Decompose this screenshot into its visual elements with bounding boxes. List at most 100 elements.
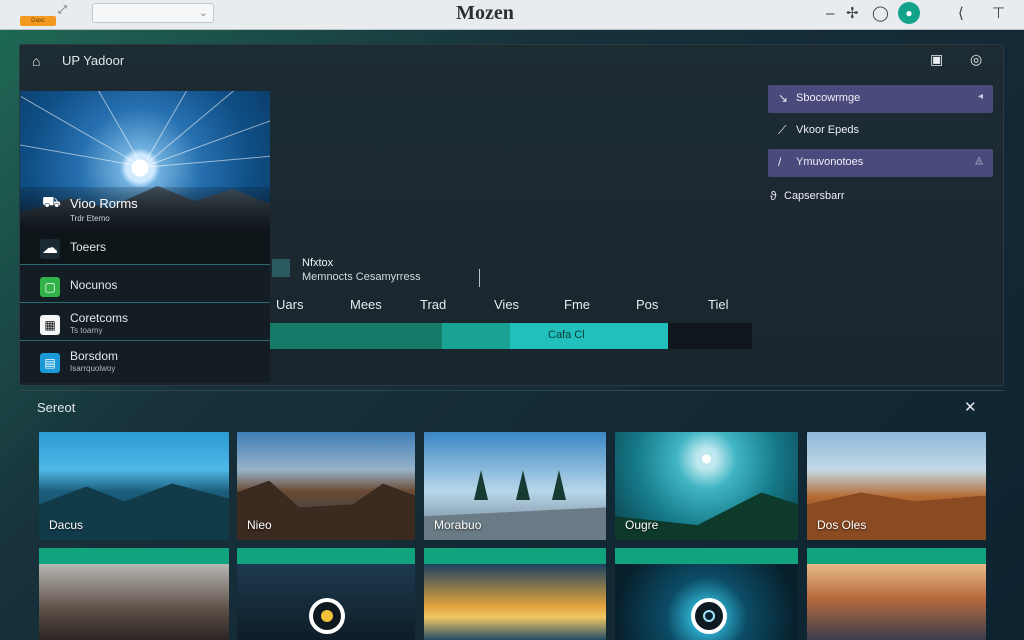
progress-segment xyxy=(510,323,668,349)
column-header[interactable]: Mees xyxy=(350,297,382,312)
gallery-tile[interactable]: ◉ xyxy=(237,548,415,640)
column-header[interactable]: Vies xyxy=(494,297,519,312)
tile-badge-icon: ◉ xyxy=(243,550,251,560)
side-list: ☁ Toeers ▢ Nocunos ▦ Coretcoms Ts toarny… xyxy=(20,231,270,383)
hero-subtitle: Trdr Etemo xyxy=(70,214,110,223)
sun-ray xyxy=(142,91,213,168)
tile-label: Dacus xyxy=(49,518,84,532)
gallery-tile[interactable]: Nieo xyxy=(237,432,415,540)
menu-item-vkoor-epeds[interactable]: ⟋ Vkoor Epeds xyxy=(768,117,993,145)
pin-down-icon[interactable]: ⊤ xyxy=(992,4,1005,24)
column-header[interactable]: Pos xyxy=(636,297,658,312)
center-marker xyxy=(272,259,290,277)
blue-app-icon: ▤ xyxy=(40,353,60,373)
bird-icon: ↘ xyxy=(778,91,789,105)
side-item-label: Borsdom xyxy=(70,349,119,363)
side-item-toeers[interactable]: ☁ Toeers xyxy=(20,231,270,265)
panel-title: UP Yadoor xyxy=(62,53,125,68)
divider xyxy=(479,269,480,287)
menu-item-label: Vkoor Epeds xyxy=(796,124,859,136)
pen-icon: ⟋ xyxy=(778,123,787,137)
side-item-borsdom[interactable]: ▤ Borsdom Isarrquolwoy xyxy=(20,345,270,379)
gallery-title: Sereot xyxy=(37,400,76,415)
gallery-tile[interactable]: Ougre xyxy=(615,432,798,540)
gallery-tile[interactable]: ◉ xyxy=(39,548,229,640)
column-header[interactable]: Fme xyxy=(564,297,590,312)
globe-icon[interactable]: ◎ xyxy=(970,51,982,68)
gallery-tile[interactable]: Dos Oles xyxy=(807,432,986,540)
teal-dot-icon[interactable]: ● xyxy=(898,2,920,24)
gallery-tile[interactable]: Morabuo xyxy=(424,432,606,540)
bell-icon: ◬ xyxy=(975,155,983,166)
tile-label: Nieo xyxy=(247,518,272,532)
back-icon[interactable]: ⟨ xyxy=(958,4,964,24)
window-titlebar: Daxc ⤢ ⌄ Mozen – ✢ ◯ ● ⟨ ⊤ xyxy=(0,0,1024,30)
menu-item-sbocowrmge[interactable]: ↘ Sbocowrmge ◂ xyxy=(768,85,993,113)
tile-label: Ougre xyxy=(625,518,659,532)
tile-label: Dos Oles xyxy=(817,518,867,532)
qr-icon: ▦ xyxy=(40,315,60,335)
column-header[interactable]: Tiel xyxy=(708,297,728,312)
eye-icon xyxy=(691,598,727,634)
menu-item-label: Sbocowrmge xyxy=(796,92,861,104)
tile-label: Morabuo xyxy=(434,518,482,532)
main-panel: ⌂ UP Yadoor ▣ ◎ ⛟ Vioo Rorms Trdr Etemo … xyxy=(19,44,1004,386)
hero-card[interactable]: ⛟ Vioo Rorms Trdr Etemo xyxy=(20,91,270,231)
side-item-label: Coretcoms xyxy=(70,311,129,325)
gallery-tile[interactable]: ◉ xyxy=(615,548,798,640)
circle-icon[interactable]: ◯ xyxy=(872,4,889,24)
side-item-sub: Isarrquolwoy xyxy=(70,364,116,373)
menu-item-label: Ymuvonotoes xyxy=(796,156,864,168)
sun-ray xyxy=(142,91,250,168)
cloud-icon: ☁ xyxy=(40,239,60,259)
window-icon[interactable]: ▣ xyxy=(930,51,943,68)
search-input[interactable]: ⌄ xyxy=(92,3,214,23)
column-header[interactable]: Uars xyxy=(276,297,303,312)
progress-segment xyxy=(270,323,442,349)
progress-bar: Cafa Cl xyxy=(270,323,752,349)
tree-shape xyxy=(552,470,566,500)
side-item-coretcoms[interactable]: ▦ Coretcoms Ts toarny xyxy=(20,307,270,341)
eye-icon xyxy=(309,598,345,634)
column-header[interactable]: Trad xyxy=(420,297,446,312)
tile-badge-icon: ◉ xyxy=(621,550,629,560)
minimize-icon[interactable]: – xyxy=(826,4,834,24)
tile-badge-icon: ◉ xyxy=(813,550,821,560)
side-item-label: Nocunos xyxy=(70,278,118,292)
expand-icon[interactable]: ⤢ xyxy=(58,4,67,17)
progress-segment xyxy=(442,323,510,349)
tile-badge-icon: ◉ xyxy=(45,550,53,560)
tab-label: Daxc xyxy=(31,18,45,24)
tree-shape xyxy=(516,470,530,500)
sun-ray xyxy=(20,141,143,167)
menu-item-ymuvonotoes[interactable]: / Ymuvonotoes ◬ xyxy=(768,149,993,177)
sun-ray xyxy=(142,154,270,168)
eye-pupil xyxy=(321,610,333,622)
slash-icon: / xyxy=(778,155,782,169)
divider xyxy=(19,390,1004,391)
pin-icon[interactable]: ✢ xyxy=(846,4,859,24)
tile-badge-icon: ◉ xyxy=(430,550,438,560)
progress-label: Cafa Cl xyxy=(548,329,585,341)
arrow-icon: ◂ xyxy=(977,91,983,102)
home-icon[interactable]: ⌂ xyxy=(32,53,40,69)
chevron-down-icon[interactable]: ⌄ xyxy=(199,6,208,19)
eye-pupil xyxy=(703,610,715,622)
center-subtitle: Memnocts Cesamyrress xyxy=(302,271,421,283)
menu-item-capsersbarr[interactable]: ϑ Capsersbarr xyxy=(768,183,993,211)
gallery-tile[interactable]: Dacus xyxy=(39,432,229,540)
orange-tab[interactable]: Daxc xyxy=(20,16,56,26)
side-item-label: Toeers xyxy=(70,240,107,254)
menu-item-label: Capsersbarr xyxy=(784,190,845,202)
gallery-tile[interactable]: ◉ xyxy=(807,548,986,640)
center-title: Nfxtox xyxy=(302,257,334,269)
green-app-icon: ▢ xyxy=(40,277,60,297)
link-icon: ϑ xyxy=(770,189,777,203)
side-item-sub: Ts toarny xyxy=(70,326,103,335)
gallery-tile[interactable]: ◉ xyxy=(424,548,606,640)
hero-title: Vioo Rorms xyxy=(70,196,138,211)
side-item-nocunos[interactable]: ▢ Nocunos xyxy=(20,269,270,303)
close-icon[interactable]: ✕ xyxy=(964,398,977,416)
tree-shape xyxy=(474,470,488,500)
app-title: Mozen xyxy=(456,2,514,24)
